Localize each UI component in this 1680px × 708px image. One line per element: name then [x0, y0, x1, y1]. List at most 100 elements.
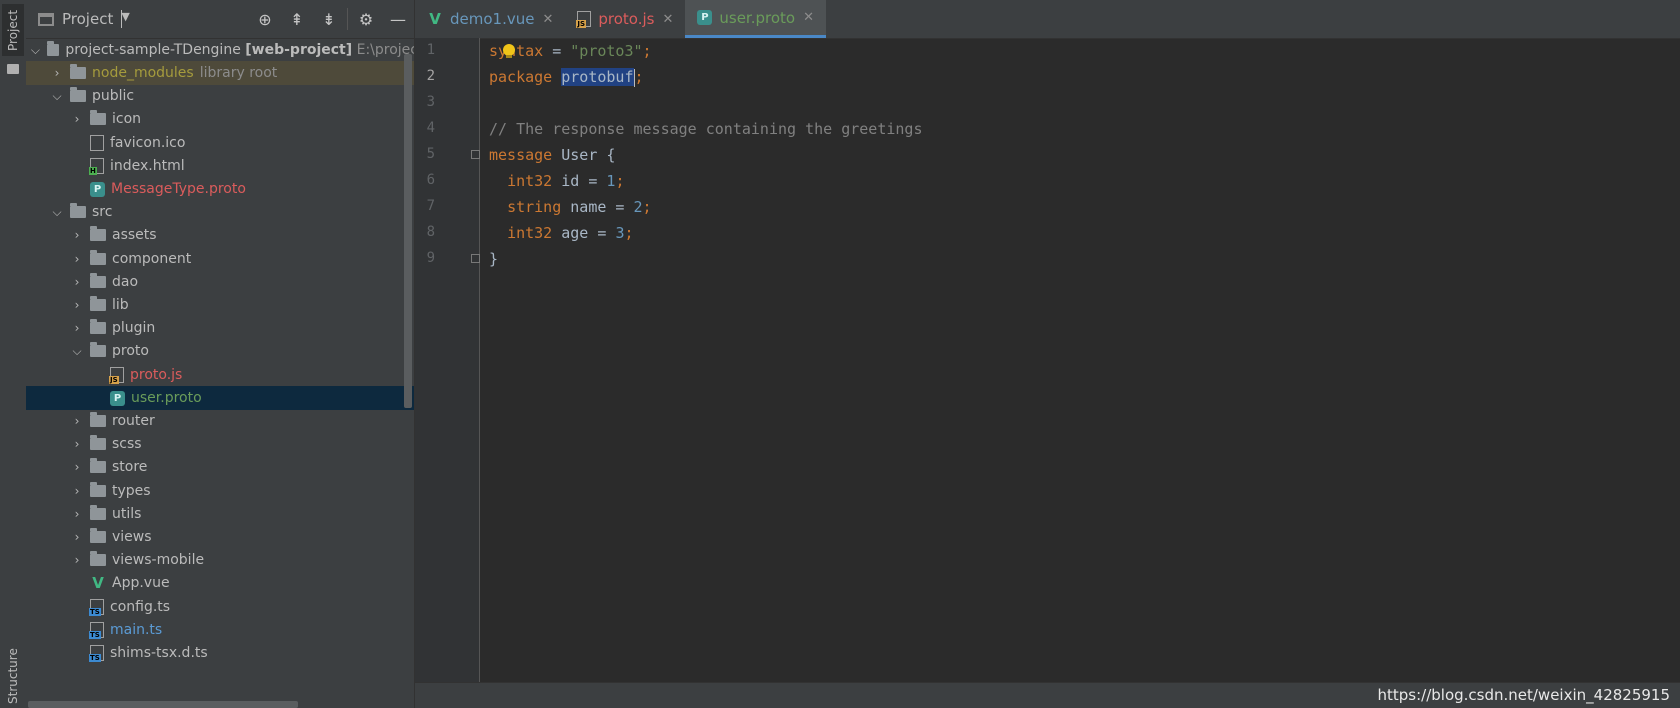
- chevron-right-icon[interactable]: ›: [70, 437, 84, 451]
- chevron-right-icon[interactable]: ›: [70, 275, 84, 289]
- chevron-down-icon[interactable]: ⌵: [70, 344, 84, 359]
- chevron-right-icon[interactable]: ›: [70, 112, 84, 126]
- folder-icon: [90, 319, 106, 334]
- tree-item-label: types: [112, 483, 151, 499]
- tree-item-label: scss: [112, 436, 142, 452]
- project-panel-toolbar: Project ▼ ⊕ ⇞ ⇟ ⚙ —: [26, 0, 414, 39]
- chevron-right-icon[interactable]: ›: [50, 66, 64, 80]
- code-line-8: int32 age = 3;: [507, 224, 634, 242]
- tree-item-user-proto[interactable]: P user.proto: [26, 386, 414, 410]
- folder-icon: [90, 273, 106, 288]
- structure-tool-button[interactable]: Structure: [2, 646, 24, 706]
- tree-item-messagetype-proto[interactable]: P MessageType.proto: [26, 177, 414, 201]
- keyword: message: [489, 146, 553, 164]
- tree-item-label: main.ts: [110, 622, 163, 638]
- tree-item-label: favicon.ico: [110, 135, 186, 151]
- html-file-icon: H: [89, 158, 104, 175]
- folder-icon: [90, 110, 106, 125]
- close-icon[interactable]: ✕: [803, 10, 814, 25]
- tree-item-label: store: [112, 459, 148, 475]
- tree-item-views-mobile[interactable]: › views-mobile: [26, 548, 414, 572]
- tree-item-utils[interactable]: › utils: [26, 502, 414, 526]
- chevron-right-icon[interactable]: ›: [70, 530, 84, 544]
- tree-item-proto[interactable]: ⌵ proto: [26, 339, 414, 363]
- chevron-right-icon[interactable]: ›: [70, 414, 84, 428]
- tree-item-main-ts[interactable]: TS main.ts: [26, 618, 414, 642]
- collapse-all-icon[interactable]: ⇟: [313, 10, 345, 29]
- chevron-down-icon[interactable]: ⌵: [50, 205, 64, 220]
- tree-item-favicon[interactable]: favicon.ico: [26, 131, 414, 155]
- keyword: string: [507, 198, 562, 216]
- js-file-icon: JS: [109, 367, 124, 384]
- line-number: 2: [426, 68, 435, 84]
- tree-item-component[interactable]: › component: [26, 247, 414, 271]
- chevron-down-icon[interactable]: ⌵: [30, 43, 41, 58]
- tree-item-label: utils: [112, 506, 142, 522]
- toolbar-divider: [347, 8, 348, 30]
- tree-item-plugin[interactable]: › plugin: [26, 316, 414, 340]
- tree-item-label: views-mobile: [112, 552, 205, 568]
- tab-proto-js[interactable]: JS proto.js ✕: [565, 0, 685, 38]
- project-tool-button[interactable]: Project: [2, 4, 24, 56]
- chevron-right-icon[interactable]: ›: [70, 298, 84, 312]
- tree-item-config-ts[interactable]: TS config.ts: [26, 595, 414, 619]
- code-line-4: // The response message containing the g…: [489, 116, 922, 142]
- tab-user-proto[interactable]: P user.proto ✕: [685, 0, 826, 38]
- library-root-hint: library root: [199, 65, 278, 81]
- lightbulb-icon[interactable]: [503, 44, 515, 58]
- semicolon: ;: [642, 42, 652, 60]
- image-file-icon: [90, 135, 104, 151]
- tree-item-app-vue[interactable]: V App.vue: [26, 571, 414, 595]
- tree-item-store[interactable]: › store: [26, 455, 414, 479]
- tree-item-label: shims-tsx.d.ts: [110, 645, 208, 661]
- proto-file-icon: P: [697, 10, 713, 25]
- locate-file-icon[interactable]: ⊕: [249, 10, 281, 29]
- code-line-6: int32 id = 1;: [507, 172, 625, 190]
- tree-item-types[interactable]: › types: [26, 479, 414, 503]
- tree-item-router[interactable]: › router: [26, 409, 414, 433]
- tree-item-shims-ts[interactable]: TS shims-tsx.d.ts: [26, 641, 414, 665]
- folder-icon: [90, 528, 106, 543]
- gear-icon[interactable]: ⚙: [350, 10, 382, 29]
- chevron-right-icon[interactable]: ›: [70, 553, 84, 567]
- tree-item-views[interactable]: › views: [26, 525, 414, 549]
- tree-item-public[interactable]: ⌵ public: [26, 84, 414, 108]
- selected-text: protobuf: [561, 68, 634, 86]
- tree-item-root[interactable]: ⌵ project-sample-TDengine [web-project] …: [26, 38, 414, 62]
- tree-item-scss[interactable]: › scss: [26, 432, 414, 456]
- chevron-right-icon[interactable]: ›: [70, 484, 84, 498]
- tree-item-dao[interactable]: › dao: [26, 270, 414, 294]
- tree-item-node-modules[interactable]: › node_modules library root: [26, 61, 414, 85]
- tree-item-label: App.vue: [112, 575, 170, 591]
- chevron-right-icon[interactable]: ›: [70, 252, 84, 266]
- folder-icon: [90, 458, 106, 473]
- semicolon: ;: [634, 68, 644, 86]
- chevron-right-icon[interactable]: ›: [70, 228, 84, 242]
- tree-item-src[interactable]: ⌵ src: [26, 200, 414, 224]
- close-icon[interactable]: ✕: [662, 12, 673, 27]
- fold-marker-icon[interactable]: [471, 254, 480, 263]
- expand-all-icon[interactable]: ⇞: [281, 10, 313, 29]
- project-view-selector[interactable]: Project: [62, 10, 113, 28]
- chevron-down-icon[interactable]: ⌵: [50, 89, 64, 104]
- minimize-icon[interactable]: —: [382, 10, 414, 29]
- chevron-right-icon[interactable]: ›: [70, 507, 84, 521]
- tree-item-assets[interactable]: › assets: [26, 223, 414, 247]
- tree-item-lib[interactable]: › lib: [26, 293, 414, 317]
- vertical-scrollbar[interactable]: [404, 54, 412, 408]
- keyword: int32: [507, 172, 553, 190]
- tree-item-label: index.html: [110, 158, 185, 174]
- tree-item-label: src: [92, 204, 113, 220]
- horizontal-scrollbar[interactable]: [28, 701, 298, 708]
- tree-item-icon[interactable]: › icon: [26, 107, 414, 131]
- close-icon[interactable]: ✕: [542, 12, 553, 27]
- chevron-right-icon[interactable]: ›: [70, 321, 84, 335]
- tree-item-index-html[interactable]: H index.html: [26, 154, 414, 178]
- fold-marker-icon[interactable]: [471, 150, 480, 159]
- chevron-down-icon[interactable]: ▼: [121, 10, 130, 28]
- tree-item-label: proto: [112, 343, 149, 359]
- chevron-right-icon[interactable]: ›: [70, 460, 84, 474]
- tree-item-proto-js[interactable]: JS proto.js: [26, 363, 414, 387]
- vue-file-icon: V: [92, 574, 104, 592]
- tab-demo1-vue[interactable]: V demo1.vue ✕: [415, 0, 565, 38]
